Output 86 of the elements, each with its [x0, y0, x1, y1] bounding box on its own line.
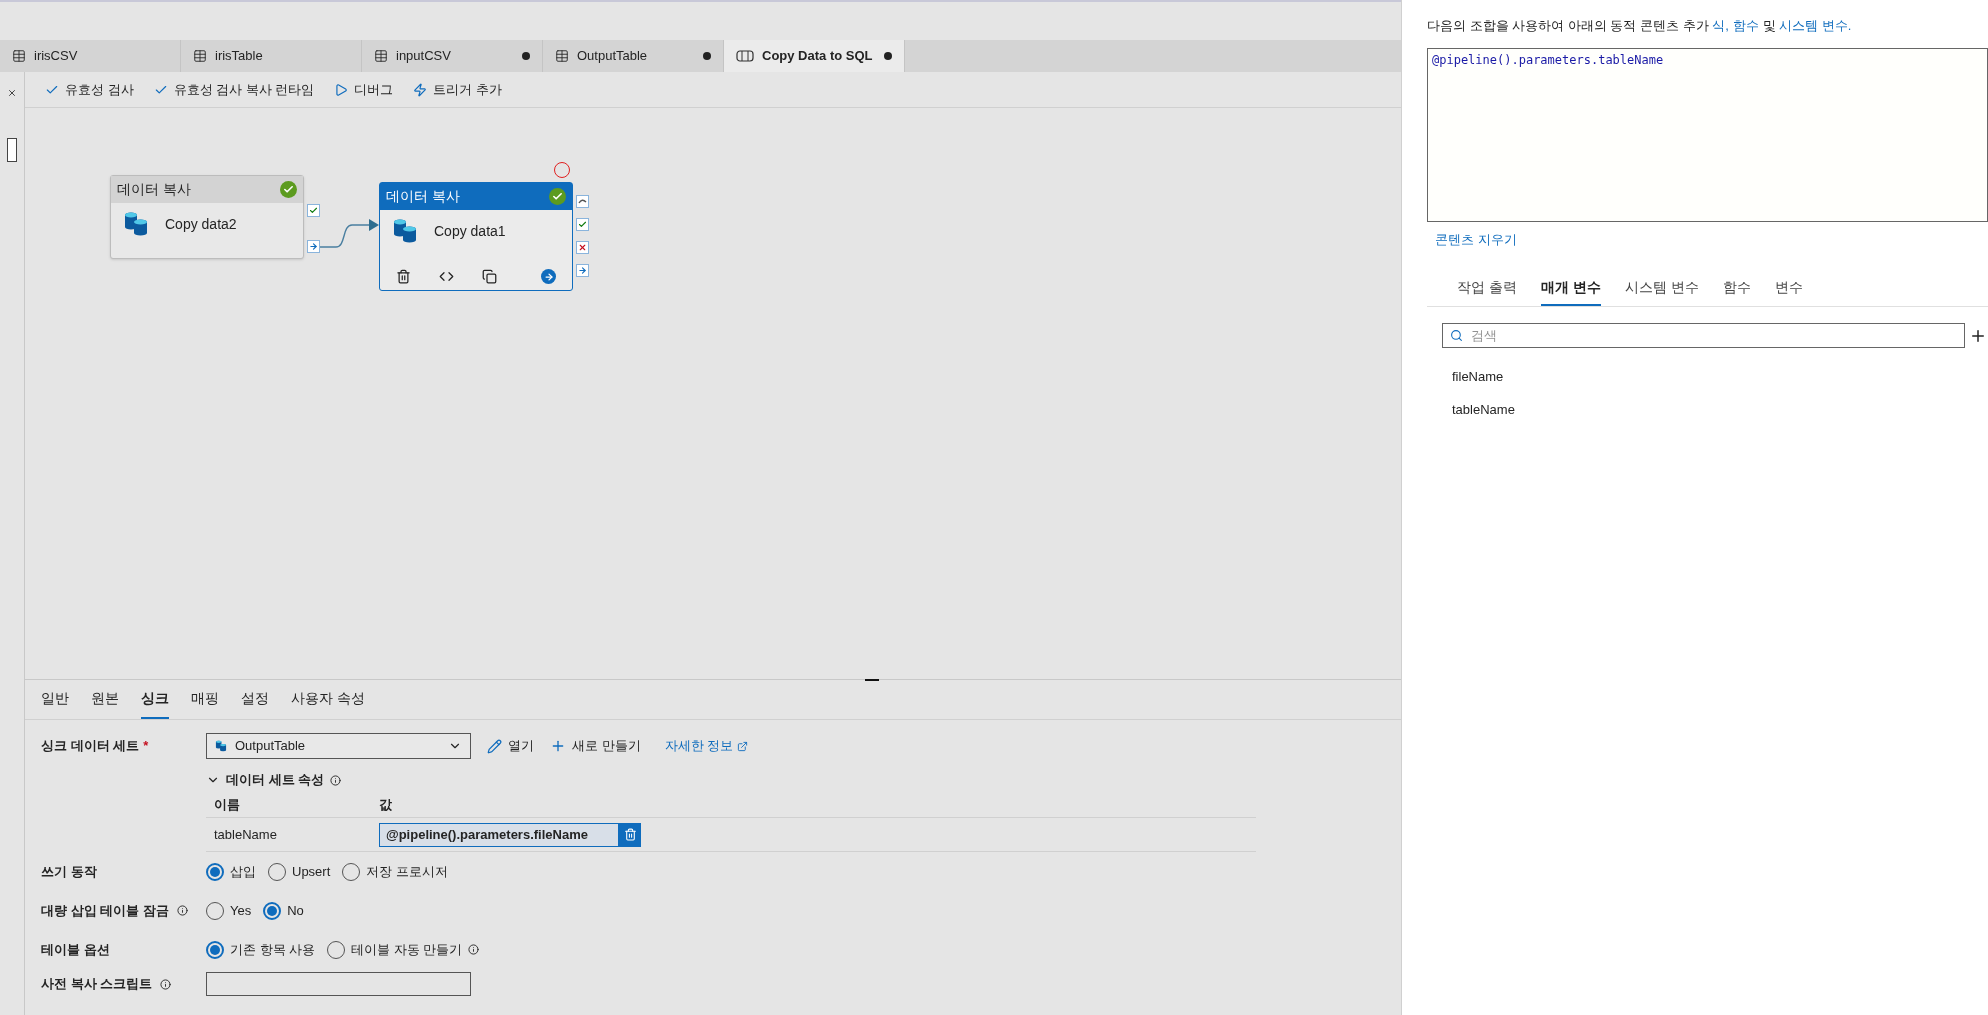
value-field[interactable]: @pipeline().parameters.fileName: [379, 822, 619, 847]
radio-label: 삽입: [230, 862, 256, 881]
close-icon[interactable]: [7, 88, 17, 98]
radio-label: 저장 프로시저: [366, 862, 448, 881]
toolbar-button[interactable]: 디버그: [334, 79, 394, 100]
database-icon: [215, 740, 227, 752]
editor-tab[interactable]: Copy Data to SQL: [724, 40, 905, 72]
open-button[interactable]: 열기: [487, 736, 534, 756]
properties-tab[interactable]: 싱크: [141, 688, 169, 719]
field-label: 테이블 옵션: [41, 940, 110, 959]
parameter-item[interactable]: tableName: [1452, 393, 1988, 426]
activity-name: Copy data2: [165, 214, 237, 234]
activity-node[interactable]: 데이터 복사 Copy data1: [379, 182, 573, 291]
radio-button[interactable]: [206, 940, 224, 959]
column-header: 값: [379, 795, 392, 814]
search-icon: [1450, 329, 1463, 342]
table-icon: [193, 49, 207, 63]
pencil-icon: [487, 738, 502, 754]
activity-type: 데이터 복사: [386, 187, 461, 206]
radio-button[interactable]: [206, 862, 224, 881]
radio-label: 테이블 자동 만들기: [351, 940, 463, 959]
field-label: 쓰기 동작: [41, 862, 97, 881]
collapsed-panel-icon[interactable]: [7, 138, 17, 162]
help-link[interactable]: 식: [1712, 18, 1726, 33]
radio-label: 기존 항목 사용: [230, 940, 316, 959]
properties-tab[interactable]: 일반: [41, 688, 69, 719]
completion-port-icon[interactable]: [307, 240, 320, 253]
expression-editor[interactable]: @pipeline().parameters.tableName: [1427, 47, 1988, 222]
radio-label: No: [287, 901, 304, 920]
help-link[interactable]: 함수: [1732, 18, 1759, 33]
external-link-icon: [737, 740, 749, 752]
content-tab[interactable]: 매개 변수: [1540, 277, 1601, 306]
pipeline-icon: [736, 50, 754, 62]
field-label: 싱크 데이터 세트: [41, 737, 140, 756]
required-mark: *: [143, 737, 149, 756]
field-label: 사전 복사 스크립트: [41, 975, 153, 994]
success-port-icon[interactable]: [307, 204, 320, 217]
radio-label: Upsert: [292, 862, 331, 881]
parameter-item[interactable]: fileName: [1452, 360, 1988, 393]
toolbar-button[interactable]: 유효성 검사: [45, 79, 134, 100]
description-text: 다음의 조합을 사용하여 아래의 동적 콘텐츠 추가 식, 함수 및 시스템 변수.: [1427, 17, 1853, 35]
help-link[interactable]: .: [1847, 18, 1852, 33]
toolbar-button[interactable]: 유효성 검사 복사 런타임: [153, 79, 315, 100]
properties-tab[interactable]: 설정: [241, 688, 269, 719]
search-field[interactable]: 검색: [1442, 323, 1965, 348]
content-tab[interactable]: 작업 출력: [1457, 277, 1517, 306]
info-icon: [330, 774, 342, 786]
activity-name: Copy data1: [434, 221, 506, 241]
plus-icon: [550, 738, 566, 754]
skip-port-icon[interactable]: [576, 195, 589, 208]
copy-icon[interactable]: [482, 269, 497, 284]
activity-node[interactable]: 데이터 복사 Copy data2: [110, 175, 304, 259]
dataset-dropdown[interactable]: OutputTable: [206, 733, 471, 759]
panel-resize-handle[interactable]: [865, 679, 879, 681]
content-tab[interactable]: 시스템 변수: [1624, 277, 1699, 306]
database-icon: [392, 218, 418, 244]
column-header: 이름: [214, 795, 241, 814]
content-tab[interactable]: 함수: [1722, 277, 1751, 306]
learn-more-link[interactable]: 자세한 정보: [664, 736, 749, 756]
activity-type: 데이터 복사: [117, 180, 192, 199]
toolbar-button[interactable]: 트리거 추가: [413, 79, 503, 100]
help-link[interactable]: 시스템 변수: [1779, 18, 1848, 33]
lightning-icon: [413, 82, 428, 97]
properties-tab[interactable]: 매핑: [191, 688, 219, 719]
properties-tab[interactable]: 원본: [91, 688, 119, 719]
content-tab[interactable]: 변수: [1774, 277, 1803, 306]
table-icon: [374, 49, 388, 63]
failure-port-icon[interactable]: [576, 241, 589, 254]
play-icon: [334, 82, 349, 97]
properties-tab[interactable]: 사용자 속성: [291, 688, 365, 719]
code-icon[interactable]: [439, 269, 454, 284]
section-title: 데이터 세트 속성: [226, 771, 325, 790]
table-cell-text: tableName: [214, 825, 278, 844]
clear-content-link[interactable]: 콘텐츠 지우기: [1435, 229, 1988, 249]
database-icon: [123, 211, 149, 237]
success-port-icon[interactable]: [576, 218, 589, 231]
completion-port-icon[interactable]: [576, 264, 589, 277]
table-icon: [555, 49, 569, 63]
script-field[interactable]: [206, 972, 471, 996]
table-icon: [12, 49, 26, 63]
help-link[interactable]: ,: [1725, 18, 1729, 33]
radio-button[interactable]: [263, 901, 282, 920]
radio-label: Yes: [230, 901, 252, 920]
field-label: 대량 삽입 테이블 잠금: [41, 901, 169, 920]
new-button[interactable]: 새로 만들기: [550, 736, 641, 756]
delete-icon[interactable]: [396, 269, 411, 284]
